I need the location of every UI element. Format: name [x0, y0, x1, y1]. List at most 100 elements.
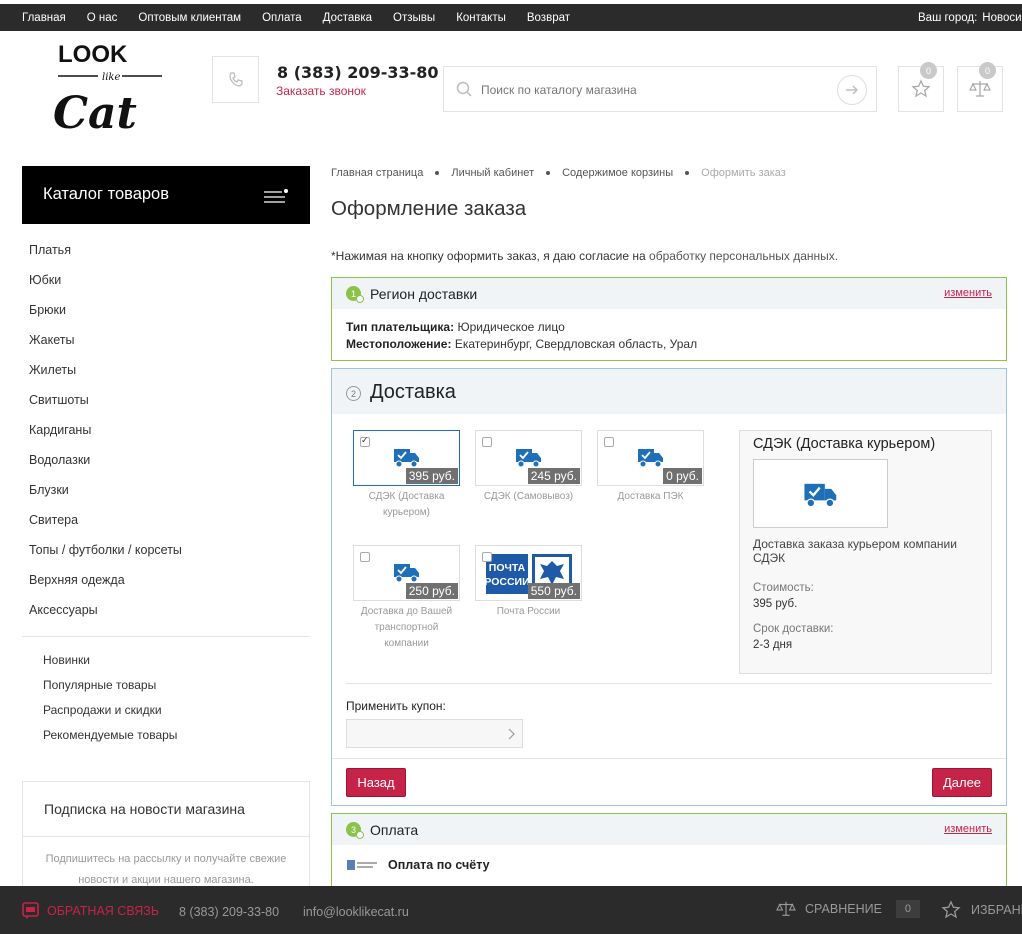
callback-link[interactable]: Заказать звонок	[276, 84, 366, 98]
coupon-input[interactable]	[346, 719, 523, 748]
header-phone[interactable]: 8 (383) 209-33-80	[277, 63, 439, 82]
category-list: Платья Юбки Брюки Жакеты Жилеты Свитшоты…	[29, 235, 309, 625]
category-item[interactable]: Жилеты	[29, 355, 309, 385]
category-item[interactable]: Юбки	[29, 265, 309, 295]
bottom-email[interactable]: info@looklikecat.ru	[303, 905, 409, 919]
city-label: Ваш город:	[918, 11, 978, 24]
delivery-option-checkbox[interactable]	[482, 437, 492, 447]
truck-icon	[516, 449, 541, 468]
delivery-option-checkbox[interactable]	[360, 552, 370, 562]
category-item[interactable]: Свитшоты	[29, 385, 309, 415]
category-item[interactable]: Брюки	[29, 295, 309, 325]
search-input[interactable]	[481, 79, 821, 101]
compare-count-badge: 0	[979, 62, 996, 79]
city-selector[interactable]: Ваш город: Новосибирск	[918, 4, 1022, 31]
sidebar-divider	[22, 636, 310, 637]
sidebar-link-popular[interactable]: Популярные товары	[43, 672, 177, 697]
compare-button[interactable]: 0	[957, 62, 1003, 112]
sidebar-link-new[interactable]: Новинки	[43, 647, 177, 672]
category-item[interactable]: Жакеты	[29, 325, 309, 355]
nav-home[interactable]: Главная	[22, 12, 66, 24]
delivery-option-box[interactable]: 245 руб.	[475, 430, 582, 486]
nav-delivery[interactable]: Доставка	[323, 12, 372, 24]
nav-payment[interactable]: Оплата	[262, 12, 302, 24]
category-item[interactable]: Кардиганы	[29, 415, 309, 445]
consent-note: *Нажимая на кнопку оформить заказ, я даю…	[331, 249, 838, 263]
logo-text-top: LOOK	[58, 41, 128, 68]
delivery-option-price: 550 руб.	[527, 583, 580, 599]
sidebar-link-recommended[interactable]: Рекомендуемые товары	[43, 722, 177, 747]
delivery-option-box[interactable]: 0 руб.	[597, 430, 704, 486]
payment-method-title: Оплата по счёту	[388, 858, 490, 872]
category-item[interactable]: Аксессуары	[29, 595, 309, 625]
delivery-option-label: Доставка до Вашей транспортной компании	[360, 606, 453, 649]
delivery-title: Доставка	[370, 381, 456, 403]
delivery-detail-title: СДЭК (Доставка курьером)	[753, 436, 936, 452]
breadcrumb-account[interactable]: Личный кабинет	[451, 167, 534, 179]
search-submit-button[interactable]	[837, 75, 867, 105]
category-item[interactable]: Блузки	[29, 475, 309, 505]
nav-about[interactable]: О нас	[87, 12, 118, 24]
delivery-option-cdek-pickup[interactable]: 245 руб. СДЭК (Самовывоз)	[475, 430, 582, 505]
nav-contacts[interactable]: Контакты	[456, 12, 506, 24]
region-edit-link[interactable]: изменить	[944, 287, 992, 299]
delivery-option-russian-post[interactable]: ПОЧТА РОССИИ 550 руб. Почта России	[475, 545, 582, 620]
delivery-option-transport-company[interactable]: 250 руб. Доставка до Вашей транспортной …	[353, 545, 460, 652]
delivery-option-box[interactable]: ПОЧТА РОССИИ 550 руб.	[475, 545, 582, 601]
truck-icon	[638, 449, 663, 468]
star-icon	[911, 79, 931, 98]
catalog-header[interactable]: Каталог товаров	[22, 166, 310, 224]
sidebar-link-sale[interactable]: Распродажи и скидки	[43, 697, 177, 722]
bottom-favorites-label: ИЗБРАННОЕ	[971, 903, 1022, 917]
category-item[interactable]: Топы / футболки / корсеты	[29, 535, 309, 565]
delivery-term-value: 2-3 дня	[753, 639, 793, 651]
next-button[interactable]: Далее	[932, 768, 992, 797]
city-value[interactable]: Новосибирск	[982, 12, 1022, 24]
delivery-option-checkbox[interactable]	[604, 437, 614, 447]
truck-icon	[394, 564, 419, 583]
category-item[interactable]: Свитера	[29, 505, 309, 535]
delivery-option-price: 0 руб.	[663, 468, 702, 484]
delivery-option-price: 250 руб.	[405, 583, 458, 599]
bottom-compare-label: СРАВНЕНИЕ	[805, 902, 882, 916]
region-step-number: 1	[346, 286, 364, 303]
phone-icon-box[interactable]	[212, 56, 259, 103]
logo-text-bottom: Cat	[53, 88, 137, 136]
delivery-cost-value: 395 руб.	[753, 598, 798, 610]
breadcrumb-cart[interactable]: Содержимое корзины	[562, 167, 673, 179]
nav-return[interactable]: Возврат	[527, 12, 570, 24]
payment-edit-link[interactable]: изменить	[944, 823, 992, 835]
payment-section: 3 Оплата изменить Оплата по счёту	[331, 813, 1007, 889]
delivery-option-checkbox[interactable]	[360, 435, 370, 447]
region-section-header: 1 Регион доставки изменить	[332, 278, 1006, 309]
delivery-option-cdek-courier[interactable]: 395 руб. СДЭК (Доставка курьером)	[353, 430, 460, 521]
payer-type-label: Тип плательщика:	[346, 320, 455, 334]
delivery-option-box[interactable]: 395 руб.	[353, 430, 460, 486]
favorites-button[interactable]: 0	[898, 62, 944, 112]
consent-link[interactable]: обработку персональных данных.	[649, 249, 838, 263]
nav-wholesale[interactable]: Оптовым клиентам	[138, 12, 241, 24]
bottom-compare-button[interactable]: СРАВНЕНИЕ 0	[776, 900, 920, 918]
region-title: Регион доставки	[370, 286, 478, 302]
feedback-button[interactable]: ОБРАТНАЯ СВЯЗЬ	[22, 901, 159, 920]
delivery-option-checkbox[interactable]	[482, 552, 492, 562]
category-item[interactable]: Платья	[29, 235, 309, 265]
truck-icon	[803, 483, 836, 507]
delivery-option-box[interactable]: 250 руб.	[353, 545, 460, 601]
breadcrumb: Главная страница Личный кабинет Содержим…	[331, 167, 786, 179]
category-item[interactable]: Верхняя одежда	[29, 565, 309, 595]
delivery-option-pek[interactable]: 0 руб. Доставка ПЭК	[597, 430, 704, 505]
nav-reviews[interactable]: Отзывы	[393, 12, 435, 24]
favorites-count-badge: 0	[920, 62, 937, 79]
category-item[interactable]: Водолазки	[29, 445, 309, 475]
back-button[interactable]: Назад	[346, 768, 406, 797]
delivery-divider	[332, 758, 1006, 759]
chevron-right-icon[interactable]	[506, 726, 516, 742]
bottom-phone[interactable]: 8 (383) 209-33-80	[179, 905, 279, 919]
phone-icon	[228, 71, 243, 86]
breadcrumb-home[interactable]: Главная страница	[331, 167, 423, 179]
bottom-favorites-button[interactable]: ИЗБРАННОЕ	[941, 900, 1022, 920]
store-logo[interactable]: LOOK like Cat	[50, 40, 170, 139]
delivery-option-label: Почта России	[496, 606, 561, 617]
delivery-section-header: 2 Доставка	[332, 369, 1006, 414]
